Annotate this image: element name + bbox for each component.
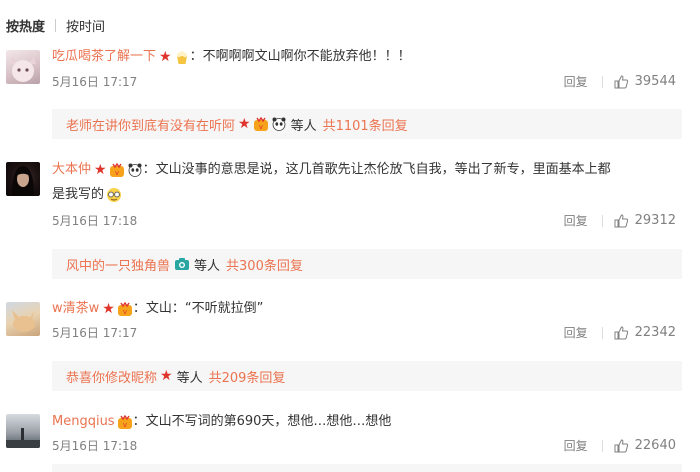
panda-emoji-icon xyxy=(272,117,286,131)
comment-actions: 回复 29312 xyxy=(564,212,676,229)
comment-actions: 回复 22342 xyxy=(564,324,676,341)
comment-time: 5月16日 17:18 xyxy=(52,439,138,453)
vip-crown-icon: v xyxy=(117,415,132,429)
avatar[interactable] xyxy=(6,50,40,84)
reply-summary[interactable]: 风中的一只独角兽 等人 共300条回复 xyxy=(52,249,682,279)
comment-actions: 回复 22640 xyxy=(564,437,676,454)
divider xyxy=(601,326,603,339)
reply-total-link[interactable]: 共1101条回复 xyxy=(323,115,408,134)
sort-by-hot-tab[interactable]: 按热度 xyxy=(6,16,45,35)
like-count: 29312 xyxy=(634,213,676,228)
star-badge-icon: ★ xyxy=(238,116,251,132)
username-link[interactable]: 吃瓜喝茶了解一下 xyxy=(52,47,156,67)
sort-bar: 按热度 按时间 xyxy=(6,15,105,35)
comment-line: w清茶w ★ v ： 文山：“不听就拉倒” xyxy=(52,299,263,319)
reply-button[interactable]: 回复 xyxy=(564,73,588,90)
comment-time: 5月16日 17:17 xyxy=(52,75,138,89)
like-count: 22640 xyxy=(634,438,676,453)
panda-emoji-icon xyxy=(128,163,142,177)
star-badge-icon: ★ xyxy=(94,162,107,178)
avatar[interactable] xyxy=(6,302,40,336)
star-badge-icon: ★ xyxy=(160,368,173,384)
avatar[interactable] xyxy=(6,414,40,448)
reply-total-link[interactable]: 共209条回复 xyxy=(209,367,286,386)
divider xyxy=(601,214,603,227)
comment-line: Mengqius v ： 文山不写词的第690天，想他…想他…想他 xyxy=(52,412,391,432)
username-link[interactable]: 大本仲 xyxy=(52,160,91,180)
reply-etc: 等人 xyxy=(290,118,317,134)
comment-actions: 回复 39544 xyxy=(564,73,676,90)
sort-by-time-tab[interactable]: 按时间 xyxy=(66,16,105,35)
reply-summary[interactable]: 恭喜你修改昵称 ★ 等人 共209条回复 xyxy=(52,361,682,391)
reply-summary[interactable]: 老师在讲你到底有没有在听阿 ★ v 等人 共1101条回复 xyxy=(52,109,682,139)
comment-time: 5月16日 17:17 xyxy=(52,326,138,340)
popcorn-emoji-icon xyxy=(176,51,187,64)
reply-button[interactable]: 回复 xyxy=(564,437,588,454)
reply-summary[interactable] xyxy=(52,464,682,472)
comment-text: 文山：“不听就拉倒” xyxy=(145,301,264,316)
vip-crown-icon: v xyxy=(117,302,132,316)
thumbs-up-icon[interactable] xyxy=(613,213,629,229)
divider xyxy=(55,18,57,32)
colon: ： xyxy=(142,162,156,177)
comment-text: 不啊啊啊文山啊你不能放弃他！！！ xyxy=(202,49,411,64)
comment-line: 大本仲 ★ v ： 文山没事的意思是说，这几首歌先让杰伦放飞自我，等出了新专，里… xyxy=(52,160,611,180)
divider xyxy=(601,75,603,88)
thumbs-up-icon[interactable] xyxy=(613,325,629,341)
username-link[interactable]: w清茶w xyxy=(52,299,99,319)
comment-line-2: 是我写的 xyxy=(52,185,122,205)
comment-text: 文山没事的意思是说，这几首歌先让杰伦放飞自我，等出了新专，里面基本上都 xyxy=(155,162,611,177)
reply-username[interactable]: 老师在讲你到底有没有在听阿 xyxy=(66,115,235,134)
star-badge-icon: ★ xyxy=(102,301,115,317)
svg-text:v: v xyxy=(123,421,127,429)
reply-username[interactable]: 恭喜你修改昵称 xyxy=(66,367,157,386)
thumbs-up-icon[interactable] xyxy=(613,74,629,90)
reply-button[interactable]: 回复 xyxy=(564,212,588,229)
like-count: 39544 xyxy=(634,74,676,89)
comment-text: 文山不写词的第690天，想他…想他…想他 xyxy=(145,414,392,429)
colon: ： xyxy=(132,414,146,429)
username-link[interactable]: Mengqius xyxy=(52,412,115,432)
comment-text-cont: 是我写的 xyxy=(52,187,105,202)
divider xyxy=(601,439,603,452)
vip-crown-icon: v xyxy=(253,117,268,131)
reply-etc: 等人 xyxy=(176,370,203,386)
avatar[interactable] xyxy=(6,162,40,196)
colon: ： xyxy=(132,301,146,316)
camera-emoji-icon xyxy=(175,258,190,270)
reply-total-link[interactable]: 共300条回复 xyxy=(226,255,303,274)
comment-line: 吃瓜喝茶了解一下 ★ ： 不啊啊啊文山啊你不能放弃他！！！ xyxy=(52,47,411,67)
thumbs-up-icon[interactable] xyxy=(613,438,629,454)
svg-text:v: v xyxy=(123,308,127,316)
svg-text:v: v xyxy=(115,169,119,177)
like-count: 22342 xyxy=(634,325,676,340)
reply-button[interactable]: 回复 xyxy=(564,324,588,341)
reply-username[interactable]: 风中的一只独角兽 xyxy=(66,255,170,274)
star-badge-icon: ★ xyxy=(159,49,172,65)
reply-etc: 等人 xyxy=(194,258,221,274)
svg-text:v: v xyxy=(259,123,263,131)
comment-time: 5月16日 17:18 xyxy=(52,214,138,228)
vip-crown-icon: v xyxy=(109,163,124,177)
colon: ： xyxy=(189,49,203,64)
glasses-emoji-icon xyxy=(107,188,122,202)
